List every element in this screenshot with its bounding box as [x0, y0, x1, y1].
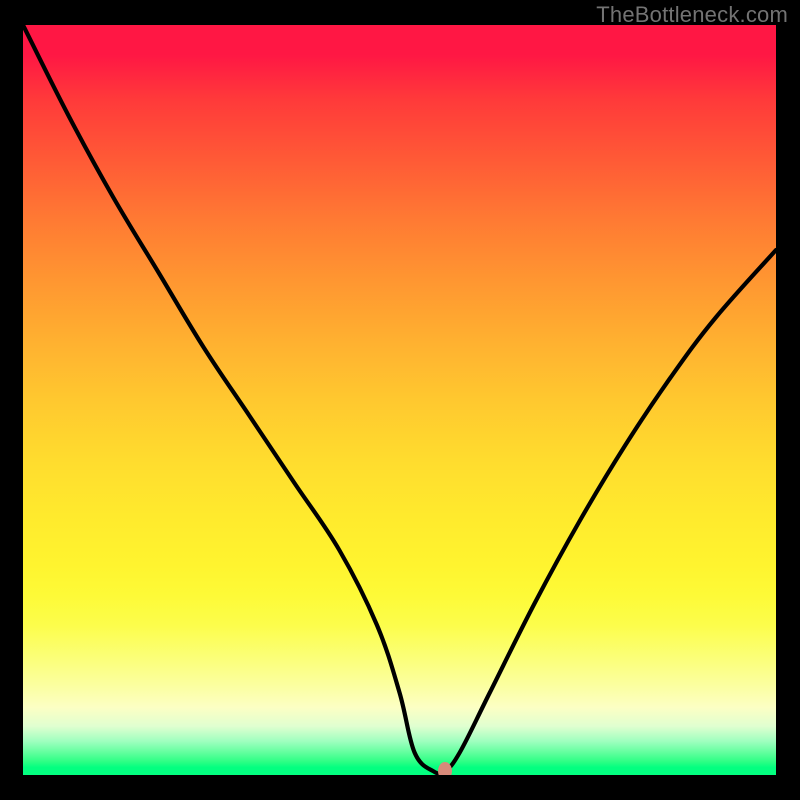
- bottleneck-curve: [23, 25, 776, 775]
- plot-area: [23, 25, 776, 775]
- bottleneck-marker: [438, 762, 452, 775]
- watermark-text: TheBottleneck.com: [596, 2, 788, 28]
- chart-container: TheBottleneck.com: [0, 0, 800, 800]
